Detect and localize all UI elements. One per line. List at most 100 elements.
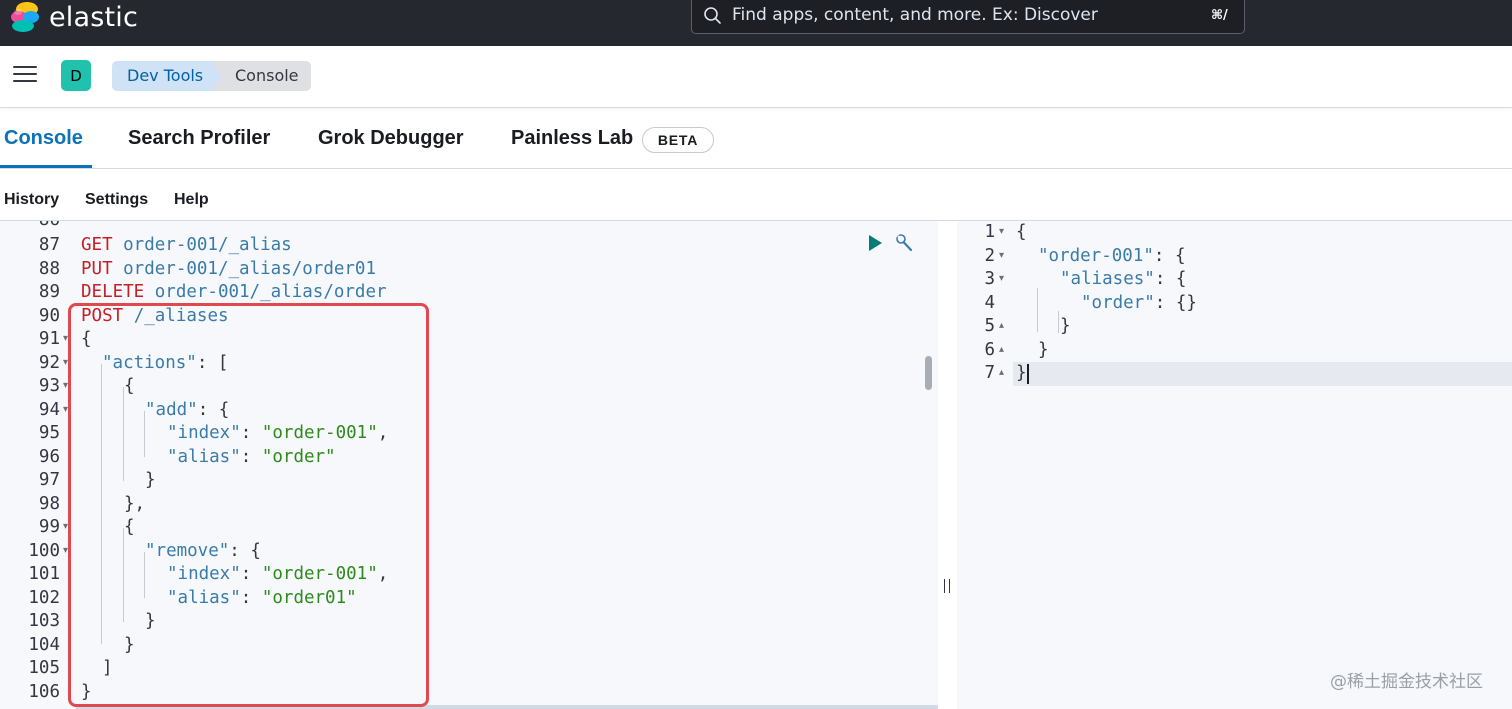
tab-console[interactable]: Console [4,127,83,150]
response-line-6: } [1038,339,1049,360]
line-number: 93 [38,376,60,396]
json-string: "order-001" [261,423,378,443]
http-method: PUT [81,258,113,279]
line-number: 96 [38,446,60,467]
search-shortcut-hint: ⌘/ [1211,8,1228,23]
tab-search-profiler[interactable]: Search Profiler [128,127,270,150]
request-editor[interactable]: 86 87 88 89 90 91 92 93 94 95 96 97 98 9… [0,221,938,709]
hamburger-menu-icon[interactable] [13,66,37,86]
history-link[interactable]: History [4,191,59,209]
indent-guide [123,528,124,622]
line-number: 91 [38,329,60,349]
editor-splitter[interactable] [938,221,957,709]
code-line-87: GET order-001/_alias [81,234,292,258]
indent-guide [1058,311,1059,333]
code-line-104: } [124,634,135,655]
line-number: 3 [984,269,995,289]
wrench-icon[interactable] [894,233,914,253]
code-line-103: } [145,611,156,631]
fold-arrow-icon[interactable]: ▴ [999,320,1004,331]
response-gutter: 1 2 3 4 5 6 7 ▾ ▾ ▾ ▴ ▴ ▴ [957,221,1013,709]
code-line-97: } [145,470,156,490]
send-request-icon[interactable] [869,235,882,251]
fold-arrow-icon[interactable]: ▾ [63,357,68,368]
tab-grok-debugger[interactable]: Grok Debugger [318,127,464,150]
json-key: "index" [167,564,241,584]
response-line-5: } [1060,316,1071,336]
code-line-101: "index": "order-001", [167,563,388,587]
fold-arrow-icon[interactable]: ▴ [999,344,1004,355]
json-punctuation: : [240,423,262,443]
request-url: order-001/_alias/order [144,282,387,302]
line-number: 105 [28,658,60,678]
json-punctuation: : [240,587,262,608]
space-avatar[interactable]: D [61,60,91,91]
line-number: 97 [38,470,60,490]
elastic-logo[interactable]: elastic [9,0,138,34]
line-number: 2 [984,245,995,266]
code-line-93: { [124,376,135,396]
response-line-4: "order": {} [1081,292,1197,316]
top-header: elastic ⌘/ [0,0,1512,46]
active-line-highlight [957,362,1512,386]
request-url: order-001/_alias [112,235,292,255]
fold-arrow-icon[interactable]: ▾ [63,333,68,344]
fold-arrow-icon[interactable]: ▴ [999,367,1004,378]
code-line-102: "alias": "order01" [167,587,357,611]
fold-arrow-icon[interactable]: ▾ [63,545,68,556]
fold-arrow-icon[interactable]: ▾ [999,250,1004,261]
request-actions [869,233,914,253]
response-line-7: } [1016,363,1027,383]
fold-arrow-icon[interactable]: ▾ [999,226,1004,237]
response-editor[interactable]: 1 2 3 4 5 6 7 ▾ ▾ ▾ ▴ ▴ ▴ { "order-001":… [957,221,1512,709]
response-line-3: "aliases": { [1060,268,1186,292]
request-url: order-001/_alias/order01 [112,258,377,279]
json-key: "order-001" [1038,245,1154,266]
breadcrumb-dev-tools[interactable]: Dev Tools [112,61,223,91]
indent-guide [1037,288,1038,332]
json-punctuation: , [377,564,389,584]
line-number: 87 [38,235,60,255]
line-number: 95 [38,423,60,443]
search-input[interactable] [732,0,1172,30]
json-punctuation: : [ [196,352,229,373]
breadcrumb-bar: D Dev Tools Console [0,46,1512,108]
horizontal-scrollbar[interactable] [76,705,938,709]
request-code[interactable]: GET order-001/_alias PUT order-001/_alia… [76,221,938,709]
search-icon [704,7,721,24]
elastic-cluster-icon [11,2,39,32]
code-line-92: "actions": [ [102,352,228,376]
code-line-95: "index": "order-001", [167,422,388,446]
tab-painless-lab[interactable]: Painless Lab [511,127,633,150]
json-punctuation: , [377,423,389,443]
active-tab-indicator [0,165,92,168]
code-line-94: "add": { [145,399,229,423]
code-line-106: } [81,681,92,702]
json-key: "aliases" [1060,269,1155,289]
line-number: 94 [38,399,60,420]
line-number: 103 [28,611,60,631]
code-line-105: ] [102,658,113,678]
http-method: GET [81,235,113,255]
line-number: 89 [38,282,60,302]
fold-arrow-icon[interactable]: ▾ [63,380,68,391]
resize-handle-icon[interactable] [944,579,950,593]
json-key: "actions" [102,352,197,373]
json-punctuation: : {} [1154,292,1197,313]
fold-arrow-icon[interactable]: ▾ [63,404,68,415]
json-string: "order" [261,446,336,467]
global-search[interactable] [691,0,1245,34]
json-key: "index" [167,423,241,443]
line-number: 100 [28,540,60,561]
settings-link[interactable]: Settings [85,191,148,209]
help-link[interactable]: Help [174,191,209,209]
json-punctuation: : { [197,399,230,420]
line-number: 101 [28,564,60,584]
code-line-91: { [81,329,92,349]
json-key: "remove" [145,540,230,561]
fold-arrow-icon[interactable]: ▾ [999,273,1004,284]
fold-arrow-icon[interactable]: ▾ [63,521,68,532]
json-punctuation: : [240,446,262,467]
request-gutter: 86 87 88 89 90 91 92 93 94 95 96 97 98 9… [0,221,76,709]
vertical-scrollbar[interactable] [925,356,932,390]
